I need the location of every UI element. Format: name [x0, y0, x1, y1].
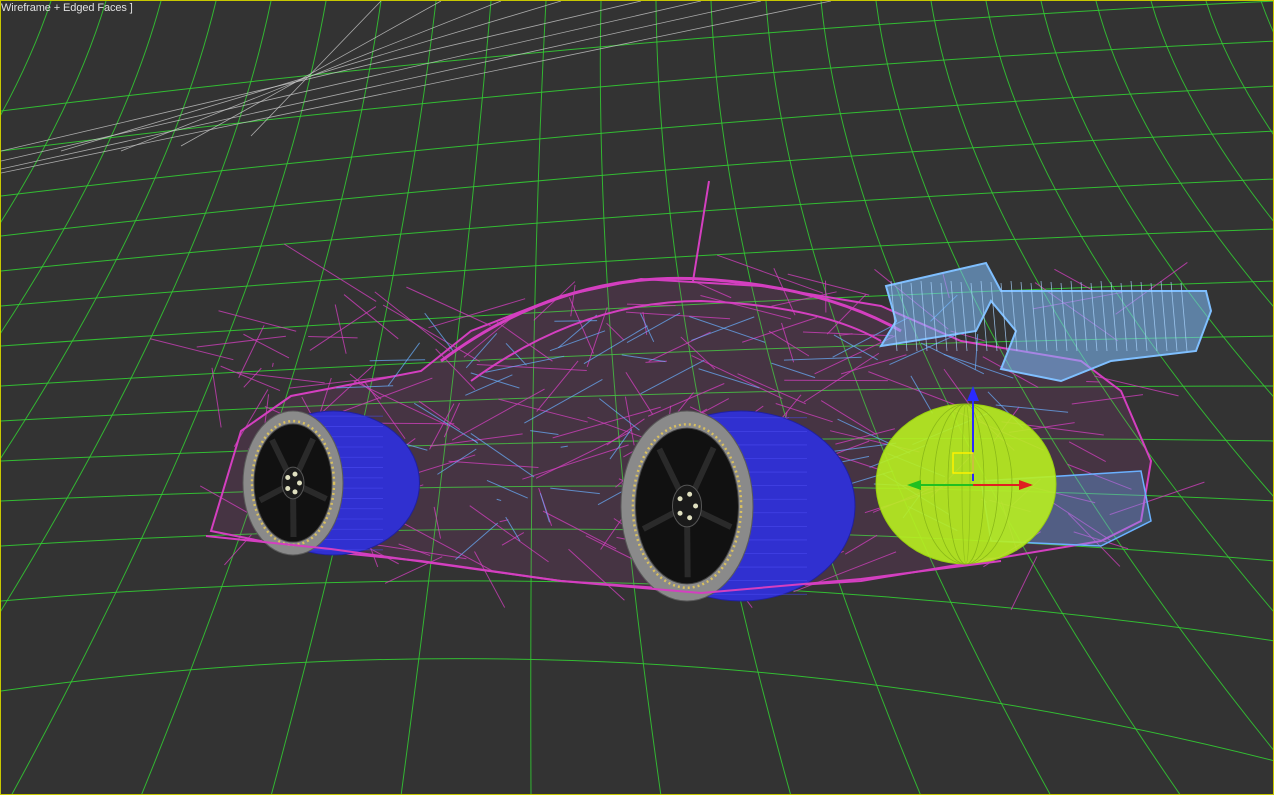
body-wire-edge: [382, 304, 480, 362]
reference-line: [250, 1, 382, 137]
body-wire-edge: [1086, 380, 1100, 383]
antenna: [692, 180, 710, 282]
lug-nut: [677, 510, 683, 516]
grid-line-vertical: [1, 1, 52, 116]
lug-nut: [292, 471, 298, 477]
reference-line: [120, 1, 502, 152]
body-wire-edge: [1010, 556, 1038, 611]
grid-line-horizontal: [1, 1, 1273, 112]
grid-line-vertical: [1150, 1, 1273, 222]
grid-line-horizontal: [1, 580, 1273, 642]
body-wire-edge: [237, 371, 325, 384]
body-wire-edge: [283, 243, 377, 302]
lug-nut: [687, 515, 693, 521]
body-wire-edge: [309, 306, 377, 351]
grid-line-vertical: [1, 1, 162, 334]
cage-wire-edge: [424, 312, 455, 354]
grid-line-vertical: [1, 1, 272, 612]
reference-line: [1, 1, 642, 152]
grid-line-horizontal: [1, 178, 1273, 272]
grid-line-vertical: [1, 1, 107, 223]
body-wire-edge: [406, 286, 491, 327]
body-wire-edge: [272, 362, 274, 367]
grid-line-horizontal: [1, 130, 1273, 237]
cage-wire-edge: [369, 359, 426, 362]
body-wire-edge: [343, 294, 399, 340]
rear-wheel: [242, 410, 420, 556]
3d-viewport[interactable]: Wireframe + Edged Faces ]: [0, 0, 1274, 795]
grid-line-vertical: [1, 1, 217, 459]
grid-line-vertical: [1260, 1, 1273, 33]
lug-nut: [285, 486, 291, 492]
body-wire-edge: [308, 335, 358, 339]
lug-nut: [677, 496, 683, 502]
body-wire-edge: [220, 365, 281, 392]
body-wire-edge: [218, 310, 297, 332]
grid-line-vertical: [1205, 1, 1273, 135]
body-wire-edge: [334, 304, 347, 354]
lug-nut: [693, 503, 699, 509]
car-wireframe-model[interactable]: [150, 180, 1213, 611]
grid-line-horizontal: [1, 658, 1273, 762]
lug-nut: [687, 491, 693, 497]
reference-line: [1, 1, 762, 170]
viewport-shading-label[interactable]: Wireframe + Edged Faces ]: [1, 1, 133, 15]
body-wire-edge: [196, 335, 286, 348]
body-wire-edge: [150, 338, 234, 361]
lug-nut: [297, 480, 302, 486]
viewport-scene: [1, 1, 1273, 794]
lug-nut: [292, 489, 298, 495]
grid-line-horizontal: [1, 40, 1273, 152]
body-wire-edge: [211, 367, 222, 428]
lug-nut: [285, 474, 291, 480]
front-wheel: [620, 410, 856, 602]
reference-line: [1, 1, 702, 162]
